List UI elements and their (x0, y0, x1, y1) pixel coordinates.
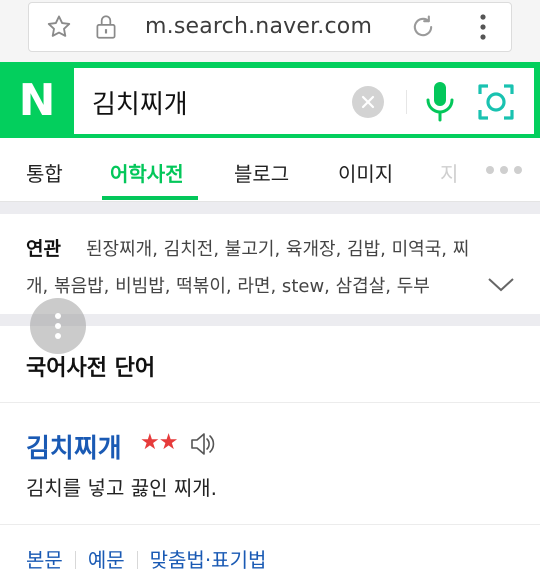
tab-dictionary[interactable]: 어학사전 (110, 158, 184, 187)
url-text[interactable]: m.search.naver.com (145, 14, 372, 39)
section-gap (0, 202, 540, 214)
speaker-icon[interactable] (188, 430, 216, 458)
importance-stars: ★★ (140, 430, 178, 455)
search-tabs: 통합 어학사전 블로그 이미지 지 (0, 138, 540, 202)
clear-button[interactable] (352, 86, 384, 118)
dictionary-definition: 김치를 넣고 끓인 찌개. (26, 476, 218, 500)
star-icon[interactable] (45, 13, 73, 41)
tab-more-partial[interactable]: 지 (440, 158, 458, 187)
dictionary-section: 국어사전 단어 김치찌개 ★★ 김치를 넣고 끓인 찌개. 본문 예문 맞춤법·표기… (0, 326, 540, 588)
link-spelling[interactable]: 맞춤법·표기법 (150, 548, 267, 572)
lock-icon (96, 15, 116, 39)
vertical-dots-icon (55, 313, 61, 339)
active-tab-indicator (102, 196, 198, 200)
search-input[interactable]: 김치찌개 (74, 68, 534, 134)
tab-image[interactable]: 이미지 (338, 158, 393, 187)
floating-menu-button[interactable] (30, 298, 86, 354)
link-separator (136, 551, 138, 569)
tab-integrated[interactable]: 통합 (26, 158, 63, 187)
microphone-icon[interactable] (424, 80, 456, 122)
clear-icon (361, 95, 375, 109)
search-divider (406, 90, 407, 114)
chevron-down-icon[interactable] (486, 274, 516, 294)
related-searches: 연관 된장찌개, 김치전, 불고기, 육개장, 김밥, 미역국, 찌 개, 볶음… (0, 214, 540, 314)
link-main-text[interactable]: 본문 (26, 548, 63, 572)
dictionary-entry-word[interactable]: 김치찌개 (26, 428, 122, 465)
naver-search-bar: N 김치찌개 (0, 62, 540, 138)
overflow-menu-icon[interactable] (475, 11, 491, 43)
browser-toolbar: m.search.naver.com (0, 0, 540, 62)
dictionary-links: 본문 예문 맞춤법·표기법 (26, 544, 266, 573)
dictionary-section-title: 국어사전 단어 (26, 356, 156, 381)
link-separator (74, 551, 76, 569)
divider (0, 402, 540, 403)
divider (0, 524, 540, 525)
related-keywords-line1[interactable]: 된장찌개, 김치전, 불고기, 육개장, 김밥, 미역국, 찌 (86, 235, 469, 261)
link-examples[interactable]: 예문 (88, 548, 125, 572)
address-bar[interactable]: m.search.naver.com (28, 2, 512, 52)
reload-icon[interactable] (409, 13, 437, 41)
more-dots-icon[interactable] (484, 164, 524, 176)
naver-logo[interactable]: N (0, 62, 74, 138)
related-title: 연관 (26, 238, 61, 260)
search-query[interactable]: 김치찌개 (92, 84, 188, 121)
tab-blog[interactable]: 블로그 (234, 158, 289, 187)
camera-lens-icon[interactable] (476, 82, 516, 122)
related-keywords-line2[interactable]: 개, 볶음밥, 비빔밥, 떡볶이, 라면, stew, 삼겹살, 두부 (26, 272, 476, 298)
